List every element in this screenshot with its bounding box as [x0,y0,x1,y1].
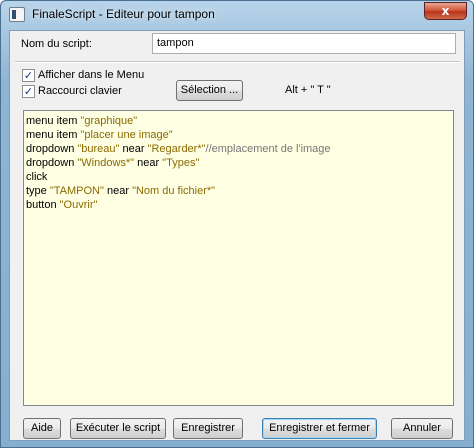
show-in-menu-option[interactable]: ✓ Afficher dans le Menu [22,68,144,82]
script-token: "Windows*" [77,157,135,169]
show-in-menu-checkbox[interactable]: ✓ [22,68,35,82]
script-token: "Regarder*" [147,143,206,155]
script-line: menu item "placer une image" [26,128,451,142]
script-token: click [26,171,48,183]
script-token: near [119,143,148,155]
script-token: near [134,157,163,169]
shortcut-option[interactable]: ✓ Raccourci clavier [22,84,122,98]
script-token: "placer une image" [80,129,173,141]
dialog-window: FinaleScript - Editeur pour tampon x Nom… [0,0,474,448]
script-token: "Types" [162,157,200,169]
script-line: dropdown "bureau" near "Regarder*"//empl… [26,142,451,156]
window-title: FinaleScript - Editeur pour tampon [32,7,215,21]
script-token: "Nom du fichier*" [132,185,216,197]
script-line: click [26,170,451,184]
close-button[interactable]: x [424,2,467,20]
script-name-input[interactable]: tampon [152,33,456,54]
shortcut-checkbox[interactable]: ✓ [22,84,35,98]
script-line: type "TAMPON" near "Nom du fichier*" [26,184,451,198]
show-in-menu-label: Afficher dans le Menu [38,69,145,81]
save-button[interactable]: Enregistrer [173,418,243,439]
script-token: menu item [26,115,81,127]
separator [15,61,460,63]
script-token: type [26,185,50,197]
app-icon [9,7,25,22]
selection-button[interactable]: Sélection ... [176,80,243,101]
script-editor[interactable]: menu item "graphique" menu item "placer u… [23,110,454,406]
title-bar[interactable]: FinaleScript - Editeur pour tampon x [1,1,473,29]
shortcut-label: Raccourci clavier [38,85,122,97]
save-and-close-button[interactable]: Enregistrer et fermer [262,418,377,439]
help-button[interactable]: Aide [23,418,61,439]
script-token: "TAMPON" [49,185,104,197]
run-script-button[interactable]: Exécuter le script [70,418,166,439]
dialog-body: Nom du script: tampon ✓ Afficher dans le… [9,30,465,441]
script-name-label: Nom du script: [21,38,92,50]
script-token: near [103,185,133,197]
script-line: dropdown "Windows*" near "Types" [26,156,451,170]
script-token: menu item [26,129,81,141]
script-token: dropdown [26,157,78,169]
script-token: "Ouvrir" [59,199,98,211]
shortcut-value: Alt + " T " [285,84,331,96]
script-line: button "Ouvrir" [26,198,451,212]
script-token: "bureau" [77,143,120,155]
script-token: //emplacement de l'image [205,143,331,155]
script-line: menu item "graphique" [26,114,451,128]
script-token: dropdown [26,143,78,155]
script-token: "graphique" [80,115,138,127]
script-token: button [26,199,60,211]
cancel-button[interactable]: Annuler [391,418,453,439]
